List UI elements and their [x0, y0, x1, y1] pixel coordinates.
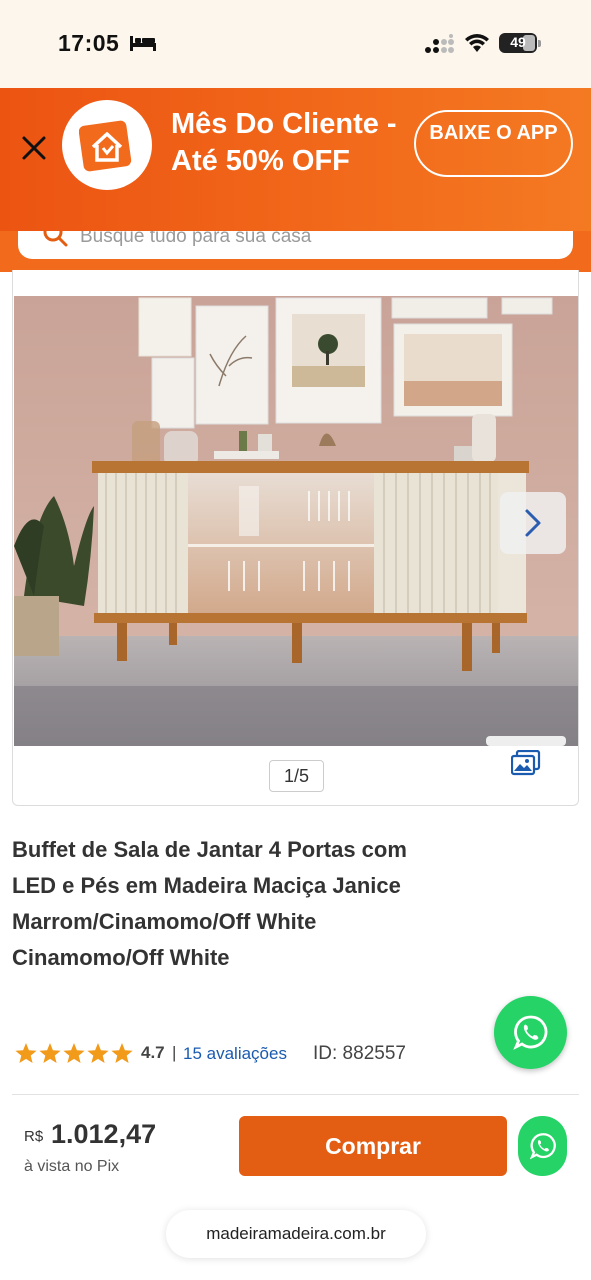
- signal-icon: [425, 34, 454, 53]
- product-title: Buffet de Sala de Jantar 4 Portas com LE…: [12, 837, 407, 970]
- product-gallery[interactable]: 1/5: [12, 270, 579, 806]
- app-logo: [62, 100, 152, 190]
- close-icon[interactable]: [20, 134, 48, 162]
- battery-level: 49: [510, 34, 526, 50]
- wifi-icon: [465, 34, 489, 52]
- price-currency: R$: [24, 1128, 44, 1145]
- status-bar: 17:05 49: [0, 0, 591, 88]
- next-image-button[interactable]: [500, 492, 566, 554]
- rating-value: 4.7: [141, 1043, 165, 1062]
- whatsapp-icon: [513, 1015, 548, 1050]
- browser-url-bar[interactable]: madeiramadeira.com.br: [166, 1210, 426, 1258]
- buy-button[interactable]: Comprar: [239, 1116, 507, 1176]
- rating-row: 4.7 | 15 avaliações ID: 882557: [14, 1040, 484, 1068]
- download-app-button[interactable]: BAIXE O APP: [414, 110, 573, 177]
- rating-stars: [15, 1043, 133, 1063]
- status-time: 17:05: [58, 30, 120, 56]
- chevron-right-icon: [525, 509, 541, 537]
- whatsapp-button[interactable]: [518, 1116, 567, 1176]
- image-counter: 1/5: [269, 760, 324, 792]
- price-value: 1.012,47: [51, 1119, 157, 1149]
- product-image[interactable]: [14, 296, 578, 746]
- rating-separator: |: [172, 1043, 177, 1062]
- reviews-link[interactable]: 15 avaliações: [183, 1044, 287, 1064]
- search-icon: [43, 231, 68, 247]
- payment-note: à vista no Pix: [24, 1158, 120, 1175]
- battery-icon: 49: [499, 33, 541, 53]
- app-promo-banner[interactable]: Mês Do Cliente - Até 50% OFF BAIXE O APP: [0, 88, 591, 231]
- promo-text: Mês Do Cliente - Até 50% OFF: [171, 108, 397, 177]
- image-gallery-icon[interactable]: [511, 750, 541, 776]
- divider: [12, 1094, 579, 1095]
- bed-icon: [130, 36, 156, 51]
- search-placeholder: Busque tudo para sua casa: [80, 231, 312, 247]
- app-logo-house-icon: [79, 120, 132, 172]
- whatsapp-icon: [529, 1133, 556, 1160]
- search-bar-area: Busque tudo para sua casa: [0, 231, 591, 272]
- search-input[interactable]: Busque tudo para sua casa: [18, 231, 573, 259]
- product-id: ID: 882557: [313, 1043, 406, 1064]
- whatsapp-floating-button[interactable]: [494, 996, 567, 1069]
